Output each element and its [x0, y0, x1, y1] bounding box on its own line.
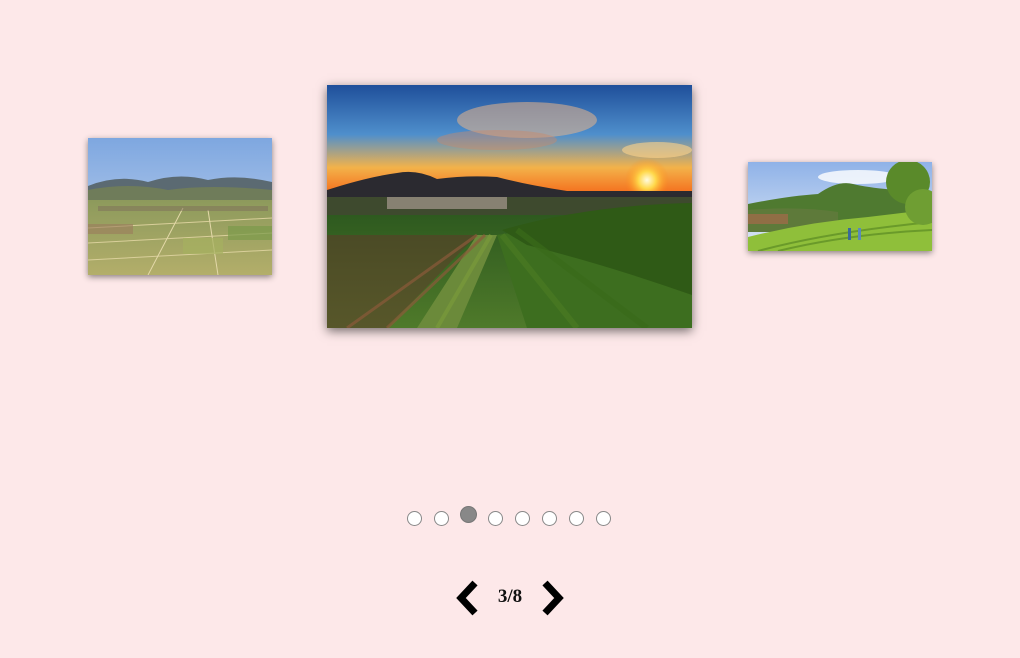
- slide-image-vineyard-sunset: [327, 85, 692, 328]
- dot-slide-2[interactable]: [434, 511, 449, 526]
- dot-slide-1[interactable]: [407, 511, 422, 526]
- dot-slide-5[interactable]: [515, 511, 530, 526]
- slide-counter: 3/8: [497, 586, 523, 607]
- slide-next[interactable]: [748, 162, 932, 251]
- slide-current[interactable]: [327, 85, 692, 328]
- dot-slide-4[interactable]: [488, 511, 503, 526]
- dot-slide-8[interactable]: [596, 511, 611, 526]
- slide-indicator-dots: [0, 503, 1020, 527]
- chevron-left-icon: [456, 580, 478, 616]
- slide-previous[interactable]: [88, 138, 272, 275]
- dot-slide-7[interactable]: [569, 511, 584, 526]
- gallery-carousel: 3/8: [0, 0, 1020, 658]
- dot-slide-3-active[interactable]: [460, 506, 477, 523]
- previous-button[interactable]: [454, 580, 480, 616]
- chevron-right-icon: [542, 580, 564, 616]
- slide-image-vineyard-aerial: [88, 138, 272, 275]
- slide-pager: 3/8: [0, 580, 1020, 618]
- dot-slide-6[interactable]: [542, 511, 557, 526]
- next-button[interactable]: [540, 580, 566, 616]
- slide-image-vineyard-hills: [748, 162, 932, 251]
